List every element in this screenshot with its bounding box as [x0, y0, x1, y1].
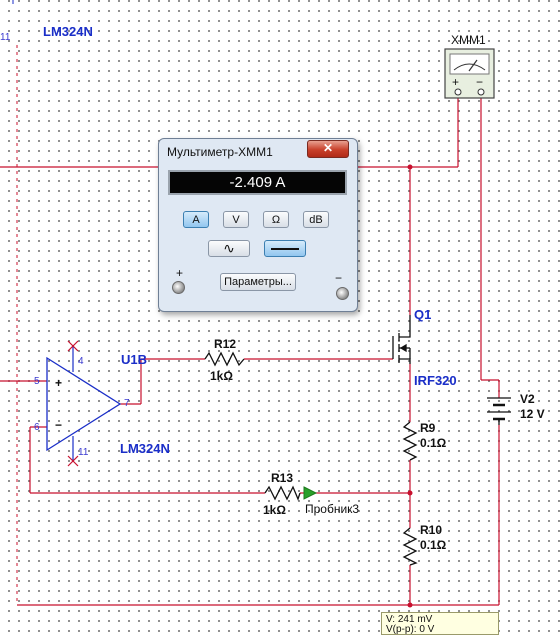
q1-source-lead: [399, 358, 411, 364]
r12-resistor[interactable]: [204, 351, 245, 367]
multimeter-titlebar[interactable]: Мультиметр-XMM1 ✕: [159, 139, 357, 165]
r10-value-label: 0.1Ω: [420, 538, 447, 552]
q1-mosfet[interactable]: [392, 315, 411, 364]
ac-mode-button[interactable]: ∿: [208, 240, 250, 257]
parameters-button[interactable]: Параметры...: [220, 273, 296, 291]
probe-label: Пробник3: [305, 502, 359, 516]
probe-readout-tooltip: V: 241 mV V(p-p): 0 V: [381, 612, 499, 635]
q1-drain-lead: [399, 315, 411, 338]
xmm1-plus-sign: +: [452, 75, 459, 89]
pin-7-label: 7: [124, 398, 130, 409]
meter-plus-terminal-icon[interactable]: [172, 281, 185, 294]
top-pin-label: 11: [0, 32, 11, 43]
junction-ground: [407, 602, 413, 608]
xmm1-icon[interactable]: [444, 48, 495, 99]
xmm1-minus-sign: −: [476, 75, 483, 89]
schematic-canvas[interactable]: + − 5 6 7 4 11 U1B LM324N 11 LM324N R12 …: [0, 0, 560, 635]
pin-11-label: 11: [78, 447, 89, 458]
mode-volts-button[interactable]: V: [223, 211, 249, 228]
q1-value-label: IRF320: [414, 373, 457, 388]
opamp-plus-sign: +: [55, 376, 62, 390]
r10-ref-label: R10: [420, 523, 442, 537]
dashed-boundary: [12, 0, 18, 605]
mode-ohms-button[interactable]: Ω: [263, 211, 289, 228]
multimeter-title: Мультиметр-XMM1: [167, 145, 273, 159]
opamp-symbol: [46, 356, 122, 452]
mode-amps-button[interactable]: A: [183, 211, 209, 228]
v2-value-label: 12 V: [520, 407, 545, 421]
opamp-ref-label: U1B: [121, 352, 147, 367]
probe-readout-pp: V(p-p): 0 V: [386, 624, 435, 635]
r12-value-label: 1kΩ: [210, 369, 233, 383]
multimeter-window[interactable]: Мультиметр-XMM1 ✕ -2.409 A A V Ω dB ∿ Па…: [158, 138, 358, 312]
meter-minus-sign: −: [335, 271, 343, 285]
r10-resistor[interactable]: [402, 527, 418, 566]
pin-6-label: 6: [34, 422, 40, 433]
mode-db-button[interactable]: dB: [303, 211, 329, 228]
r13-ref-label: R13: [271, 471, 293, 485]
xmm1-minus-terminal: [477, 88, 485, 96]
v2-ref-label: V2: [520, 392, 535, 406]
meter-minus-terminal-icon[interactable]: [336, 287, 349, 300]
r12-ref-label: R12: [214, 337, 236, 351]
opamp-minus-sign: −: [55, 418, 62, 432]
r9-ref-label: R9: [420, 421, 436, 435]
r9-resistor[interactable]: [402, 421, 418, 461]
junction-drain: [407, 164, 413, 170]
multimeter-display: -2.409 A: [168, 170, 347, 195]
top-opamp-label: LM324N: [43, 24, 93, 39]
probe-arrow-icon[interactable]: [303, 486, 318, 500]
r13-value-label: 1kΩ: [263, 503, 286, 517]
r9-value-label: 0.1Ω: [420, 436, 447, 450]
q1-arrow-icon: [399, 343, 407, 353]
xmm1-plus-terminal: [454, 88, 462, 96]
close-button[interactable]: ✕: [307, 140, 349, 158]
dc-line-icon: [271, 248, 299, 250]
opamp-value-label: LM324N: [120, 441, 170, 456]
xmm1-label: XMM1: [451, 33, 486, 47]
v2-battery[interactable]: [487, 397, 511, 425]
dc-mode-button[interactable]: [264, 240, 306, 257]
pin-5-label: 5: [34, 376, 40, 387]
r13-resistor[interactable]: [264, 485, 301, 501]
meter-plus-sign: +: [176, 266, 184, 280]
pin-4-label: 4: [78, 356, 84, 367]
q1-ref-label: Q1: [414, 307, 431, 322]
junction-feedback: [407, 490, 413, 496]
